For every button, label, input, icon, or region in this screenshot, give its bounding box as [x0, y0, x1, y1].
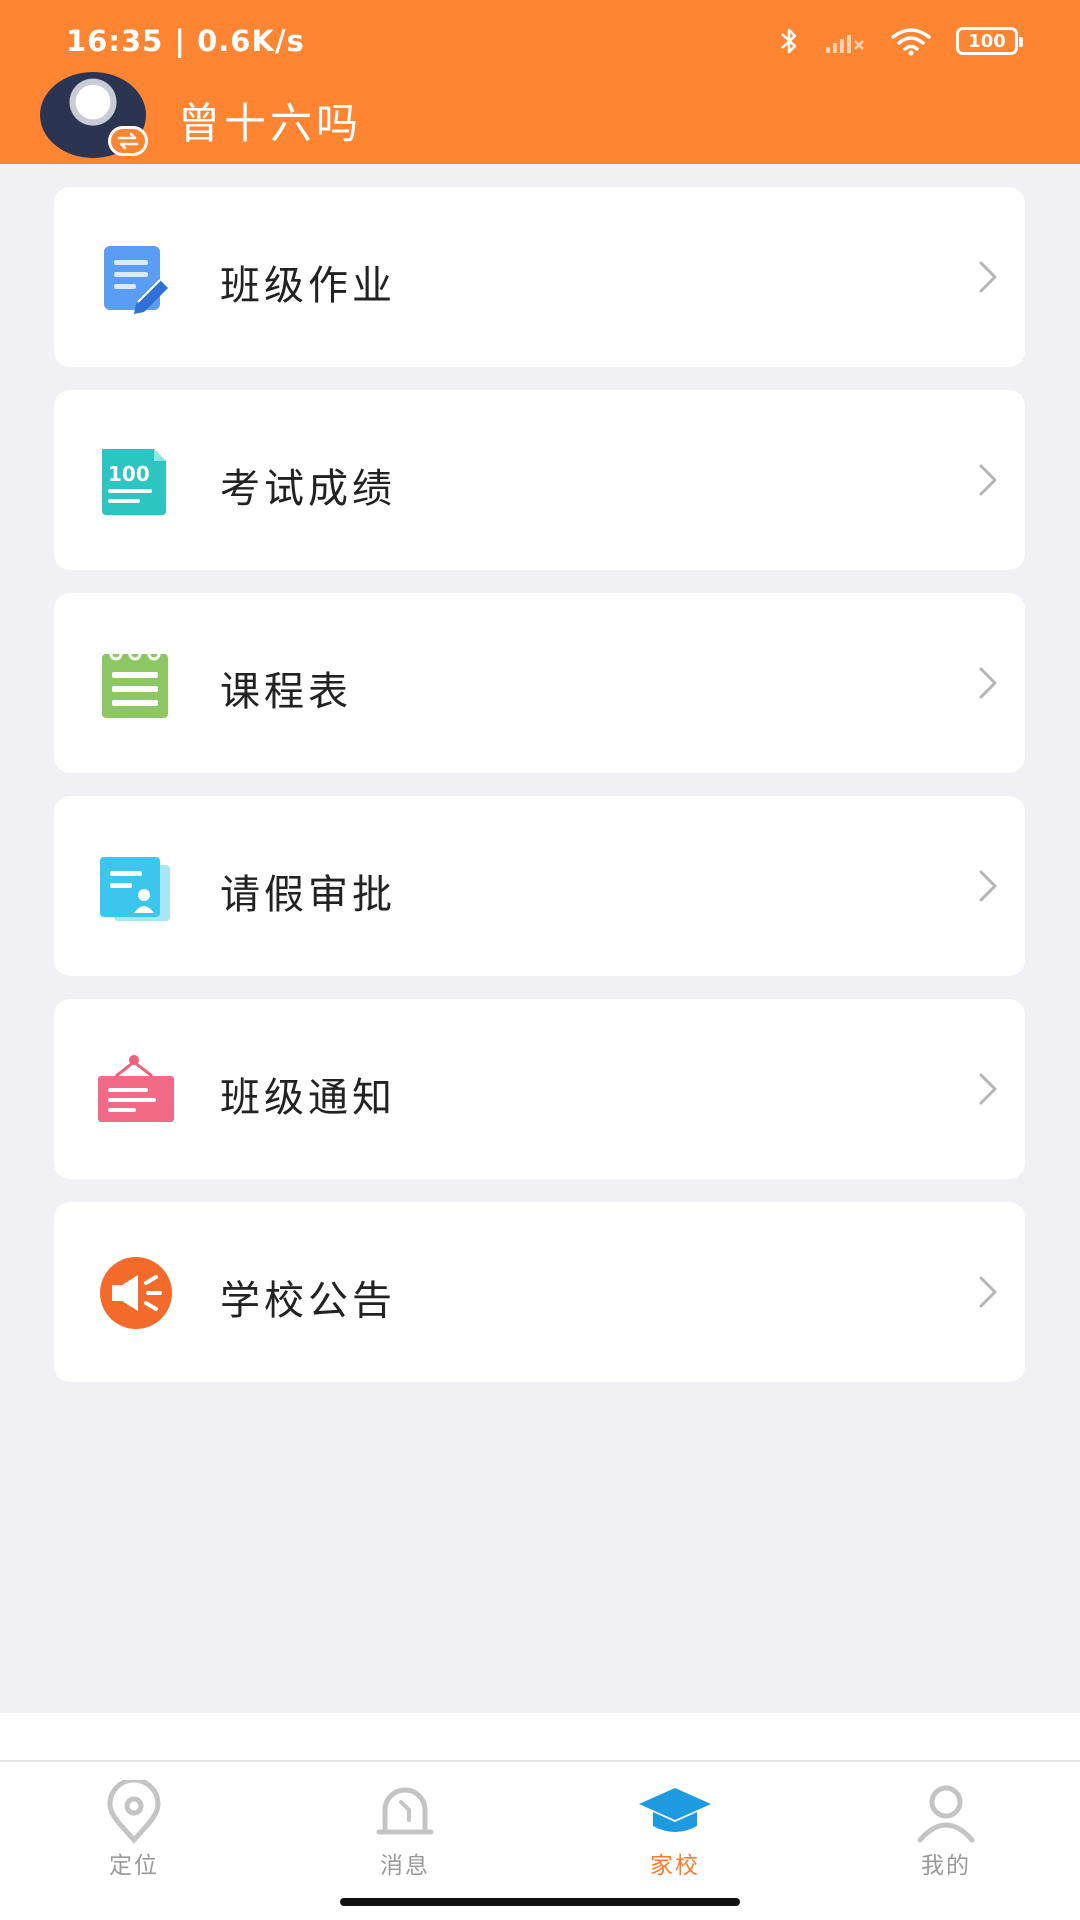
tab-home-school[interactable]: 家校 — [605, 1780, 745, 1880]
wifi-icon — [891, 28, 931, 56]
menu-item-leave-approval[interactable]: 请假审批 — [54, 796, 1025, 976]
menu-item-exam-scores[interactable]: 100 考试成绩 — [54, 390, 1025, 570]
schedule-icon — [102, 648, 168, 718]
app-header: 16:35 | 0.6K/s 100 曾十六吗 — [0, 0, 1080, 164]
chevron-right-icon — [979, 1276, 997, 1308]
menu-item-homework[interactable]: 班级作业 — [54, 187, 1025, 367]
tab-messages[interactable]: 消息 — [335, 1780, 475, 1880]
tab-label: 家校 — [650, 1853, 700, 1879]
user-name: 曾十六吗 — [178, 99, 363, 148]
menu-label: 班级通知 — [220, 1075, 396, 1121]
bluetooth-icon — [781, 28, 797, 54]
cellular-signal-icon — [826, 35, 864, 53]
class-notice-icon — [98, 1055, 174, 1122]
homework-icon — [104, 246, 168, 314]
tab-label: 我的 — [921, 1853, 971, 1879]
status-icons: 100 — [778, 24, 1023, 58]
menu-label: 课程表 — [220, 669, 352, 715]
exam-score-icon: 100 — [102, 449, 166, 515]
menu-label: 请假审批 — [220, 872, 396, 918]
svg-text:100: 100 — [108, 462, 150, 486]
battery-indicator: 100 — [956, 27, 1023, 55]
bell-icon — [376, 1787, 434, 1835]
switch-account-icon[interactable] — [108, 126, 148, 156]
home-indicator[interactable] — [340, 1898, 740, 1906]
chevron-right-icon — [979, 261, 997, 293]
tab-profile[interactable]: 我的 — [876, 1780, 1016, 1880]
bottom-navigation: 定位 消息 家校 我的 — [0, 1760, 1080, 1920]
chevron-right-icon — [979, 870, 997, 902]
menu-label: 班级作业 — [220, 263, 396, 309]
chevron-right-icon — [979, 464, 997, 496]
menu-label: 学校公告 — [220, 1278, 396, 1324]
feature-menu: 班级作业 100 考试成绩 课程表 请假审批 班级通知 学校公告 — [54, 187, 1025, 1405]
tab-label: 定位 — [109, 1853, 159, 1879]
chevron-right-icon — [979, 667, 997, 699]
leave-approval-icon — [100, 857, 170, 921]
status-time: 16:35 | 0.6K/s — [66, 24, 305, 58]
graduation-cap-icon — [639, 1788, 711, 1832]
menu-item-class-notice[interactable]: 班级通知 — [54, 999, 1025, 1179]
menu-item-schedule[interactable]: 课程表 — [54, 593, 1025, 773]
menu-item-school-announcement[interactable]: 学校公告 — [54, 1202, 1025, 1382]
school-announcement-icon — [100, 1257, 172, 1329]
menu-label: 考试成绩 — [220, 466, 396, 512]
user-icon — [917, 1785, 975, 1843]
chevron-right-icon — [979, 1073, 997, 1105]
location-pin-icon — [107, 1780, 161, 1844]
tab-location[interactable]: 定位 — [64, 1780, 204, 1880]
tab-label: 消息 — [380, 1853, 430, 1879]
